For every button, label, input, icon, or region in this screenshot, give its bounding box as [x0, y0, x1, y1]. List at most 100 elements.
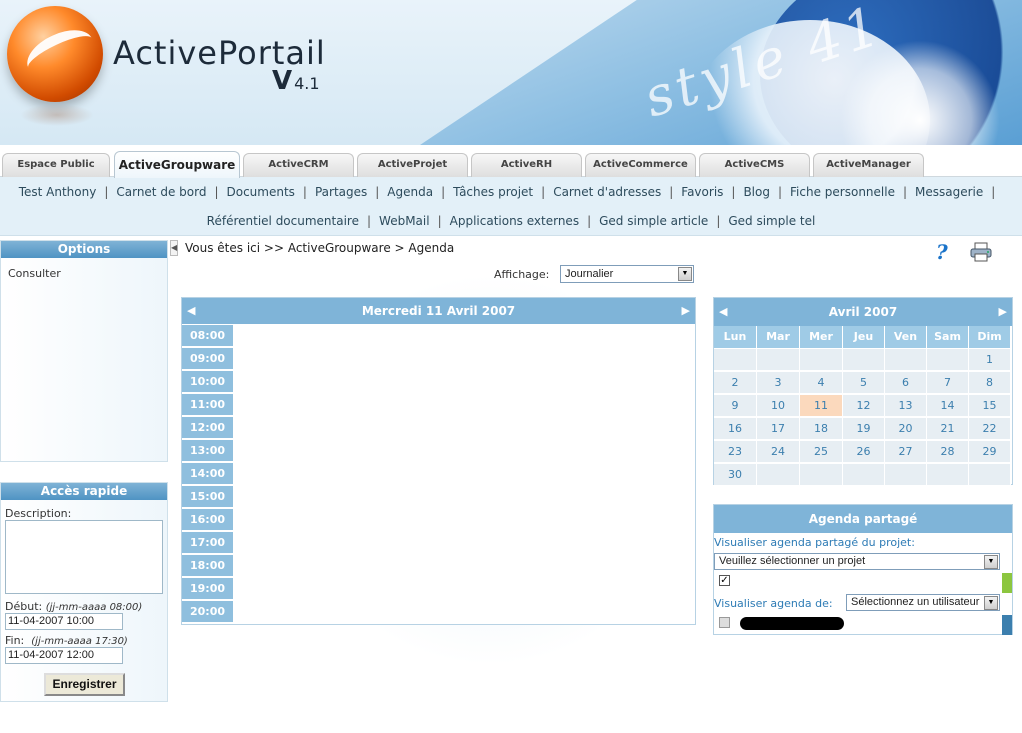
hour-slot[interactable]: 15:00	[182, 486, 233, 508]
menu-item[interactable]: Documents	[226, 185, 294, 199]
calendar-day[interactable]: 12	[843, 395, 885, 417]
tab-activerh[interactable]: ActiveRH	[471, 153, 582, 177]
menu-separator: |	[669, 185, 674, 199]
calendar-day[interactable]: 4	[800, 372, 843, 394]
menu-separator: |	[104, 185, 109, 199]
tab-activecms[interactable]: ActiveCMS	[699, 153, 810, 177]
calendar-day[interactable]: 26	[843, 441, 885, 463]
menu-item[interactable]: Fiche personnelle	[790, 185, 895, 199]
calendar-day[interactable]: 8	[969, 372, 1011, 394]
menu-item[interactable]: WebMail	[379, 214, 430, 228]
menu-item[interactable]: Applications externes	[450, 214, 579, 228]
calendar-day[interactable]: 2	[714, 372, 757, 394]
prev-month-icon[interactable]: ◀	[719, 298, 727, 326]
hour-slot[interactable]: 17:00	[182, 532, 233, 554]
calendar-day[interactable]: 7	[927, 372, 969, 394]
print-icon[interactable]	[970, 242, 994, 262]
calendar-day[interactable]: 11	[800, 395, 843, 417]
menu-item[interactable]: Référentiel documentaire	[207, 214, 359, 228]
display-mode-select[interactable]: Journalier ▼	[560, 265, 694, 283]
hour-slot[interactable]: 11:00	[182, 394, 233, 416]
tab-activemanager[interactable]: ActiveManager	[813, 153, 924, 177]
prev-day-icon[interactable]: ◀	[187, 298, 195, 324]
calendar-empty-cell	[885, 349, 927, 371]
calendar-day[interactable]: 25	[800, 441, 843, 463]
hour-slot[interactable]: 14:00	[182, 463, 233, 485]
hour-slot[interactable]: 20:00	[182, 601, 233, 623]
calendar-day[interactable]: 22	[969, 418, 1011, 440]
next-month-icon[interactable]: ▶	[999, 298, 1007, 326]
menu-item[interactable]: Tâches projet	[453, 185, 533, 199]
menu-item[interactable]: Test Anthony	[19, 185, 97, 199]
calendar-day[interactable]: 6	[885, 372, 927, 394]
calendar-day[interactable]: 29	[969, 441, 1011, 463]
save-button[interactable]: Enregistrer	[44, 673, 125, 696]
calendar-day[interactable]: 3	[757, 372, 800, 394]
description-label: Description:	[5, 507, 72, 520]
hour-slot[interactable]: 09:00	[182, 348, 233, 370]
hour-slot[interactable]: 12:00	[182, 417, 233, 439]
user-color-marker	[1002, 615, 1012, 635]
tab-activecrm[interactable]: ActiveCRM	[243, 153, 354, 177]
calendar-day[interactable]: 10	[757, 395, 800, 417]
menu-item[interactable]: Carnet de bord	[116, 185, 206, 199]
hour-slot[interactable]: 18:00	[182, 555, 233, 577]
calendar-day[interactable]: 28	[927, 441, 969, 463]
tab-activeprojet[interactable]: ActiveProjet	[357, 153, 468, 177]
calendar-day[interactable]: 16	[714, 418, 757, 440]
calendar-day[interactable]: 5	[843, 372, 885, 394]
chevron-down-icon[interactable]: ▼	[984, 596, 998, 610]
calendar-day[interactable]: 20	[885, 418, 927, 440]
chevron-down-icon[interactable]: ▼	[984, 555, 998, 569]
collapse-sidebar-icon[interactable]: ◀	[170, 240, 178, 256]
tab-activegroupware[interactable]: ActiveGroupware	[114, 151, 240, 178]
calendar-day[interactable]: 19	[843, 418, 885, 440]
calendar-day[interactable]: 17	[757, 418, 800, 440]
hour-slot[interactable]: 19:00	[182, 578, 233, 600]
weekday-header: Sam	[927, 326, 969, 348]
logo-icon	[7, 6, 103, 102]
menu-separator: |	[587, 214, 592, 228]
end-date-field[interactable]: 11-04-2007 12:00	[5, 647, 123, 664]
consulter-link[interactable]: Consulter	[8, 267, 61, 280]
next-day-icon[interactable]: ▶	[682, 298, 690, 324]
tab-espace-public[interactable]: Espace Public	[2, 153, 110, 177]
calendar-day[interactable]: 27	[885, 441, 927, 463]
calendar-day[interactable]: 24	[757, 441, 800, 463]
hour-slot[interactable]: 13:00	[182, 440, 233, 462]
calendar-day[interactable]: 14	[927, 395, 969, 417]
shared-project-checkbox[interactable]: ✓	[719, 575, 730, 586]
calendar-day[interactable]: 13	[885, 395, 927, 417]
menu-item[interactable]: Ged simple tel	[728, 214, 815, 228]
calendar-day[interactable]: 30	[714, 464, 757, 486]
calendar-day[interactable]: 15	[969, 395, 1011, 417]
sub-menu: Test Anthony | Carnet de bord | Documents | Pa…	[0, 177, 1022, 236]
description-field[interactable]	[5, 520, 163, 594]
calendar-day[interactable]: 9	[714, 395, 757, 417]
hour-slot[interactable]: 16:00	[182, 509, 233, 531]
shared-user-select[interactable]: Sélectionnez un utilisateur ▼	[846, 594, 1000, 611]
menu-item[interactable]: Messagerie	[915, 185, 983, 199]
menu-item[interactable]: Carnet d'adresses	[553, 185, 661, 199]
quick-access-title: Accès rapide	[1, 483, 167, 500]
start-date-field[interactable]: 11-04-2007 10:00	[5, 613, 123, 630]
hour-slot[interactable]: 08:00	[182, 325, 233, 347]
menu-item[interactable]: Partages	[315, 185, 367, 199]
menu-item[interactable]: Ged simple article	[599, 214, 708, 228]
calendar-day[interactable]: 21	[927, 418, 969, 440]
calendar-day[interactable]: 23	[714, 441, 757, 463]
day-title: Mercredi 11 Avril 2007	[361, 304, 516, 318]
menu-separator: |	[441, 185, 446, 199]
menu-item[interactable]: Blog	[743, 185, 770, 199]
help-icon[interactable]: ?	[936, 240, 956, 264]
shared-project-select[interactable]: Veuillez sélectionner un projet ▼	[714, 553, 1000, 570]
shared-user-checkbox[interactable]	[719, 617, 730, 628]
calendar-day[interactable]: 1	[969, 349, 1011, 371]
calendar-day[interactable]: 18	[800, 418, 843, 440]
tab-activecommerce[interactable]: ActiveCommerce	[585, 153, 696, 177]
chevron-down-icon[interactable]: ▼	[678, 267, 692, 281]
menu-item[interactable]: Agenda	[387, 185, 433, 199]
weekday-header: Lun	[714, 326, 757, 348]
menu-item[interactable]: Favoris	[681, 185, 723, 199]
hour-slot[interactable]: 10:00	[182, 371, 233, 393]
